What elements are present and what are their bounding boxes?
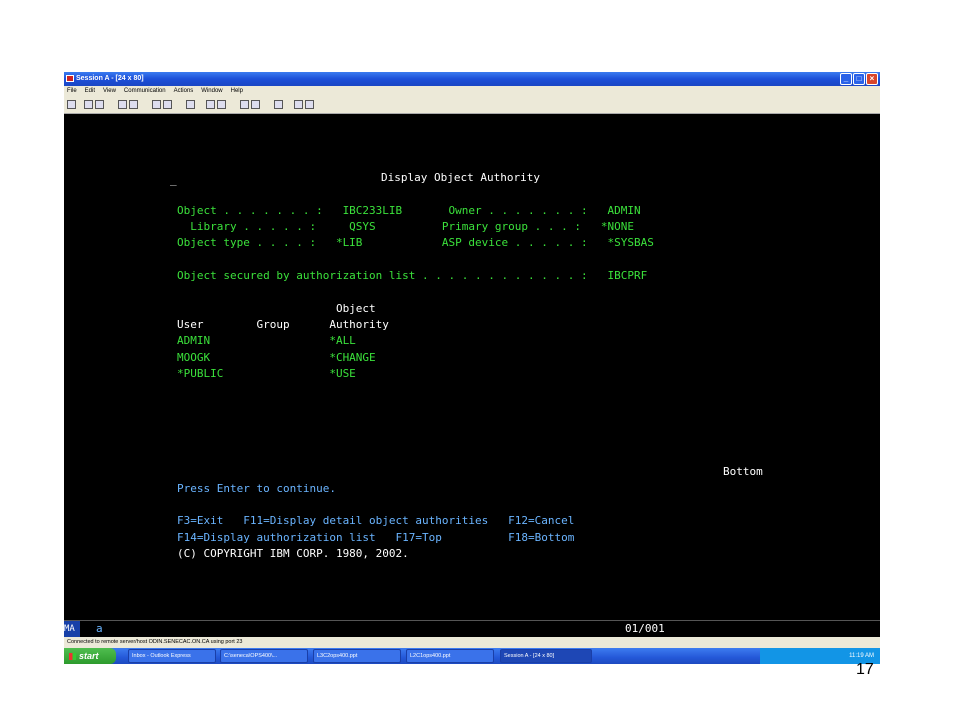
connection-status: Connected to remote server/host ODIN.SEN… [64,637,880,648]
session-icon [66,75,74,82]
windows-logo-icon [69,653,76,661]
column-header-object: Object [177,302,376,315]
taskbar-item[interactable]: L2C1ops400.ppt [406,649,494,663]
menu-edit[interactable]: Edit [85,88,95,94]
display-icon[interactable] [152,100,161,109]
taskbar-item[interactable]: L3C2ops400.ppt [313,649,401,663]
column-header-main: User Group Authority [177,318,389,331]
menu-window[interactable]: Window [201,88,222,94]
cursor-position: 01/001 [625,622,665,635]
keyboard-icon[interactable] [163,100,172,109]
clear-icon[interactable] [305,100,314,109]
function-keys-line1: F3=Exit F11=Display detail object author… [177,514,575,527]
maximize-button[interactable]: □ [853,73,865,85]
menu-actions[interactable]: Actions [174,88,194,94]
window-title: Session A - [24 x 80] [76,75,144,82]
send-icon[interactable] [118,100,127,109]
close-button[interactable]: × [866,73,878,85]
play-icon[interactable] [217,100,226,109]
menu-bar: File Edit View Communication Actions Window He… [64,86,880,97]
list-item: MOOGK *CHANGE [177,351,376,364]
copyright-text: (C) COPYRIGHT IBM CORP. 1980, 2002. [177,547,409,560]
cursor-icon[interactable] [294,100,303,109]
bottom-indicator: Bottom [723,465,763,478]
connection-text: Connected to remote server/host ODIN.SEN… [67,639,243,645]
toolbar [64,97,880,114]
taskbar: start Inbox - Outlook Express C:\seneca\… [64,648,880,664]
copy-icon[interactable] [84,100,93,109]
emulator-window: Session A - [24 x 80] _ □ × File Edit View… [64,72,880,664]
cursor: _ [170,173,177,186]
secured-line: Object secured by authorization list . .… [177,269,648,282]
slide-number: 17 [856,661,874,678]
object-line: Object . . . . . . . : IBC233LIB Owner .… [177,204,641,217]
start-button[interactable]: start [64,648,116,664]
terminal-screen[interactable]: _ Display Object Authority Object . . . … [64,114,880,650]
status-indicator: MA [64,621,80,637]
function-keys-line2: F14=Display authorization list F17=Top F… [177,531,575,544]
stop-icon[interactable] [240,100,249,109]
menu-view[interactable]: View [103,88,116,94]
minimize-button[interactable]: _ [840,73,852,85]
operator-info-area: MA a 01/001 [64,620,880,637]
object-type-line: Object type . . . . : *LIB ASP device . … [177,236,654,249]
paste-icon[interactable] [95,100,104,109]
session-mode: a [96,622,103,635]
screen-heading: Display Object Authority [381,171,540,184]
color-icon[interactable] [251,100,260,109]
press-enter-text: Press Enter to continue. [177,482,336,495]
library-line: Library . . . . . : QSYS Primary group .… [177,220,634,233]
print-screen-icon[interactable] [67,100,76,109]
taskbar-item-active[interactable]: Session A - [24 x 80] [500,649,592,663]
clock[interactable]: 11:19 AM [849,653,874,659]
record-icon[interactable] [206,100,215,109]
menu-help[interactable]: Help [231,88,243,94]
list-item: *PUBLIC *USE [177,367,356,380]
macro-icon[interactable] [186,100,195,109]
menu-communication[interactable]: Communication [124,88,166,94]
support-icon[interactable] [274,100,283,109]
taskbar-item[interactable]: Inbox - Outlook Express [128,649,216,663]
receive-icon[interactable] [129,100,138,109]
title-bar[interactable]: Session A - [24 x 80] _ □ × [64,72,880,86]
menu-file[interactable]: File [67,88,77,94]
taskbar-item[interactable]: C:\seneca\OPS400\... [220,649,308,663]
list-item: ADMIN *ALL [177,334,356,347]
